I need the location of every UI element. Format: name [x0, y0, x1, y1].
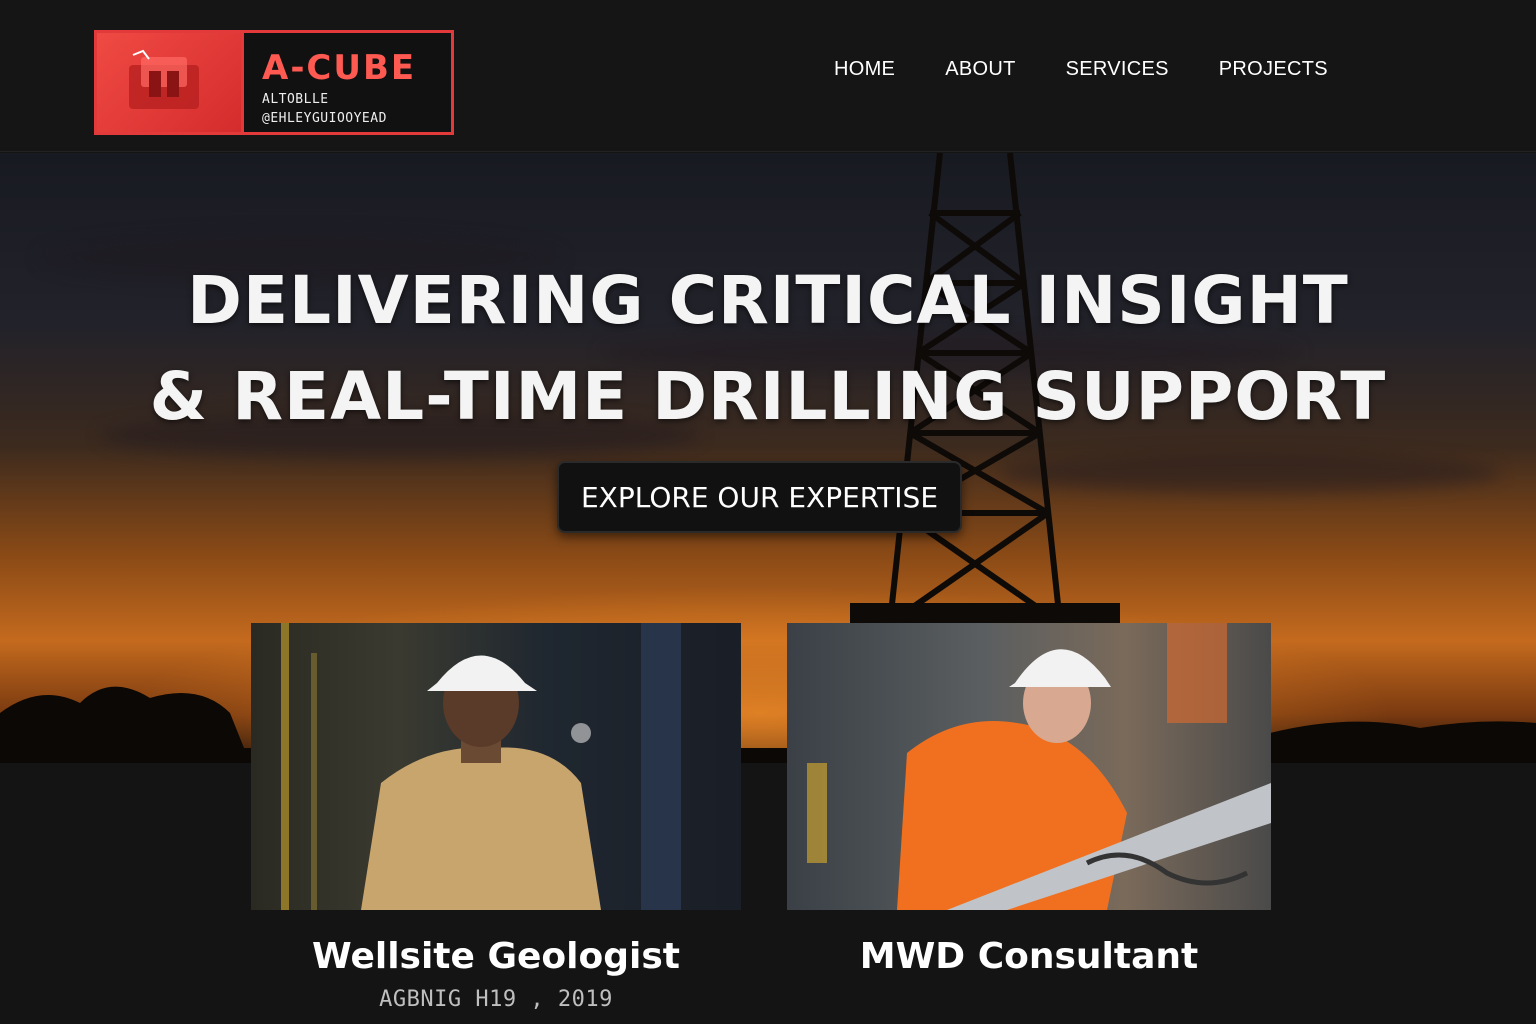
worker-photo-illustration	[281, 623, 681, 910]
logo-emblem-icon	[97, 33, 244, 132]
geologist-photo	[251, 623, 741, 910]
explore-expertise-button[interactable]: EXPLORE OUR EXPERTISE	[557, 461, 962, 533]
nav-services[interactable]: SERVICES	[1066, 58, 1169, 81]
mwd-photo	[787, 623, 1271, 910]
nav-about[interactable]: ABOUT	[945, 58, 1015, 81]
service-card-geologist[interactable]: Wellsite Geologist AGBNIG H19 , 2019	[251, 623, 741, 1012]
hero-banner: DELIVERING CRITICAL INSIGHT & REAL-TIME …	[0, 153, 1536, 763]
brand-logo[interactable]: A-CUBE ALTOBLLE @EHLEYGUIOOYEAD	[94, 30, 454, 135]
worker-photo-illustration	[807, 623, 1271, 910]
treeline-silhouette	[0, 686, 1536, 763]
logo-wordmark: A-CUBE ALTOBLLE @EHLEYGUIOOYEAD	[244, 33, 451, 132]
service-card-mwd[interactable]: MWD Consultant	[787, 623, 1271, 977]
main-nav: HOME ABOUT SERVICES PROJECTS	[834, 58, 1328, 81]
brand-subtitle-1: ALTOBLLE	[262, 92, 329, 107]
nav-home[interactable]: HOME	[834, 58, 895, 81]
card-meta: AGBNIG H19 , 2019	[379, 987, 613, 1012]
hero-headline-line-1: DELIVERING CRITICAL INSIGHT	[187, 262, 1349, 339]
hero-headline: DELIVERING CRITICAL INSIGHT & REAL-TIME …	[0, 253, 1536, 445]
brand-title: A-CUBE	[262, 48, 417, 88]
nav-projects[interactable]: PROJECTS	[1219, 58, 1328, 81]
brand-subtitle-2: @EHLEYGUIOOYEAD	[262, 110, 387, 126]
card-title: Wellsite Geologist	[312, 936, 680, 977]
site-header: A-CUBE ALTOBLLE @EHLEYGUIOOYEAD HOME ABO…	[0, 0, 1536, 152]
hero-headline-line-2: & REAL-TIME DRILLING SUPPORT	[149, 358, 1387, 435]
card-title: MWD Consultant	[859, 936, 1199, 977]
